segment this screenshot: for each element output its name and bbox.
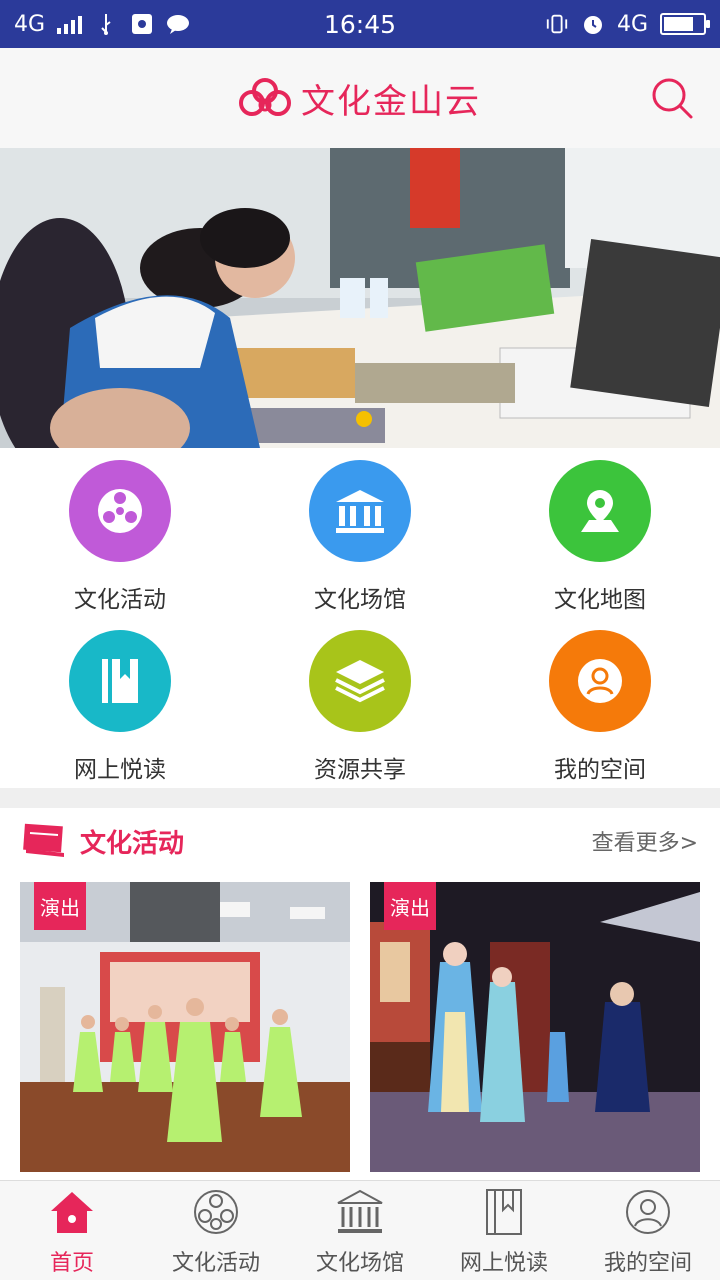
carousel-indicator-dot[interactable] xyxy=(356,411,372,427)
feature-label: 文化地图 xyxy=(554,587,646,613)
usb-icon xyxy=(94,12,118,36)
search-button[interactable] xyxy=(650,76,694,120)
category-tag: 演出 xyxy=(34,882,86,930)
settings-app-icon xyxy=(130,12,154,36)
network-type-label: 4G xyxy=(14,11,46,37)
user-icon xyxy=(623,1187,673,1237)
feature-label: 网上悦读 xyxy=(74,757,166,783)
home-icon xyxy=(47,1187,97,1237)
feature-venues[interactable]: 文化场馆 xyxy=(240,448,480,618)
film-reel-icon xyxy=(69,460,171,562)
view-more-link[interactable]: 查看更多> xyxy=(592,825,698,857)
book-icon xyxy=(69,630,171,732)
nav-my-space[interactable]: 我的空间 xyxy=(576,1181,720,1280)
layers-icon xyxy=(309,630,411,732)
vibrate-icon xyxy=(545,12,569,36)
museum-icon xyxy=(335,1187,385,1237)
section-title: 文化活动 xyxy=(80,828,185,859)
section-book-icon xyxy=(23,823,64,857)
feature-label: 文化活动 xyxy=(74,587,166,613)
app-logo: 文化金山云 xyxy=(239,74,481,123)
feature-label: 我的空间 xyxy=(554,757,646,783)
cloud-logo-icon xyxy=(239,78,291,116)
section-header: 文化活动 查看更多> xyxy=(0,808,720,874)
museum-icon xyxy=(309,460,411,562)
book-icon xyxy=(479,1187,529,1237)
nav-home[interactable]: 首页 xyxy=(0,1181,144,1280)
feature-my-space[interactable]: 我的空间 xyxy=(480,618,720,788)
nav-label: 我的空间 xyxy=(603,1251,692,1276)
feature-resource-sharing[interactable]: 资源共享 xyxy=(240,618,480,788)
battery-icon xyxy=(660,13,710,35)
banner-image xyxy=(0,148,720,448)
feature-label: 文化场馆 xyxy=(314,587,406,613)
feature-label: 资源共享 xyxy=(314,757,406,783)
map-pin-icon xyxy=(549,460,651,562)
user-icon xyxy=(549,630,651,732)
search-icon xyxy=(652,78,693,119)
alarm-icon xyxy=(581,12,605,36)
activity-card[interactable]: 演出 xyxy=(20,882,350,1172)
feature-map[interactable]: 文化地图 xyxy=(480,448,720,618)
signal-icon xyxy=(57,14,83,34)
nav-label: 文化场馆 xyxy=(315,1251,404,1276)
feature-online-reading[interactable]: 网上悦读 xyxy=(0,618,240,788)
section-divider xyxy=(0,788,720,808)
nav-label: 文化活动 xyxy=(171,1251,260,1276)
nav-online-reading[interactable]: 网上悦读 xyxy=(432,1181,576,1280)
app-header: 文化金山云 xyxy=(0,48,720,148)
category-tag: 演出 xyxy=(384,882,436,930)
nav-label: 首页 xyxy=(49,1251,94,1276)
banner-carousel[interactable] xyxy=(0,148,720,448)
film-reel-icon xyxy=(191,1187,241,1237)
feature-grid: 文化活动 文化场馆 文化地图 网上悦读 资源共享 我的空间 xyxy=(0,448,720,788)
status-bar: 4G 16:45 4G xyxy=(0,0,720,48)
activity-card[interactable]: 演出 xyxy=(370,882,700,1172)
nav-venues[interactable]: 文化场馆 xyxy=(288,1181,432,1280)
nav-cultural-activities[interactable]: 文化活动 xyxy=(144,1181,288,1280)
nav-label: 网上悦读 xyxy=(459,1251,548,1276)
app-title: 文化金山云 xyxy=(301,81,481,122)
bottom-navigation: 首页 文化活动 文化场馆 网上悦读 我的空间 xyxy=(0,1180,720,1280)
network-type-label-right: 4G xyxy=(616,11,648,37)
feature-cultural-activities[interactable]: 文化活动 xyxy=(0,448,240,618)
message-icon xyxy=(166,12,190,36)
